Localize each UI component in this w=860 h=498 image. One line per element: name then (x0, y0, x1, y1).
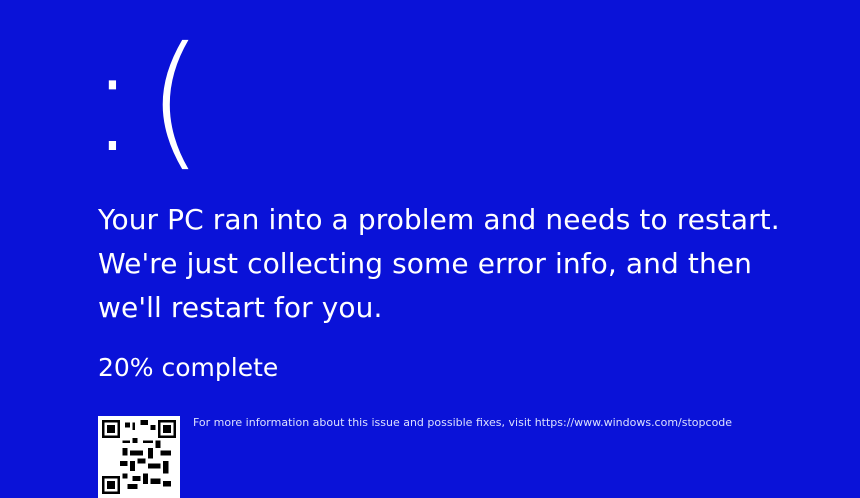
qr-code-icon (98, 416, 180, 498)
progress-status: 20% complete (98, 353, 279, 382)
stopcode-help-text: For more information about this issue an… (193, 416, 733, 429)
footer-info: For more information about this issue an… (98, 412, 798, 498)
error-message: Your PC ran into a problem and needs to … (98, 203, 780, 324)
sad-face-icon: :( (88, 16, 214, 185)
blue-screen: :( Your PC ran into a problem and needs … (0, 0, 860, 498)
